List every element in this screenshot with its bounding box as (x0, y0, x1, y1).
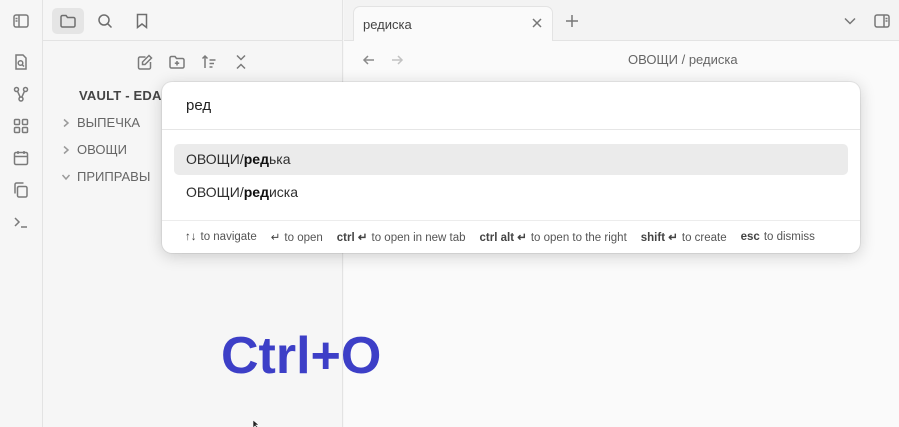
folder-label: ВЫПЕЧКА (77, 115, 141, 130)
instruction-text: to open (284, 232, 323, 244)
folder-item[interactable]: ОВОЩИ (61, 142, 127, 157)
result-rest: ька (268, 151, 291, 167)
instruction-key: ↑↓ (185, 231, 197, 243)
instruction: esc to dismiss (741, 231, 815, 243)
breadcrumb[interactable]: ОВОЩИ / редиска (628, 52, 738, 67)
instruction-text: to open to the right (530, 232, 627, 244)
close-icon[interactable] (530, 16, 544, 30)
mouse-cursor-icon (253, 420, 260, 427)
instruction-text: to create (681, 232, 727, 244)
arrow-left-icon[interactable] (361, 52, 377, 68)
result-prefix: ОВОЩИ/ (186, 151, 244, 167)
tab-bar: редиска (344, 0, 899, 41)
folder-label: ПРИПРАВЫ (77, 169, 151, 184)
instruction-key: ctrl ↵ (336, 232, 368, 244)
result-item[interactable]: ОВОЩИ/редька (174, 144, 848, 175)
folder-item[interactable]: ВЫПЕЧКА (61, 115, 140, 130)
right-sidebar-toggle-icon[interactable] (873, 12, 891, 30)
vault-name[interactable]: VAULT - EDA (79, 88, 162, 103)
ribbon (0, 0, 43, 427)
new-note-button[interactable] (129, 49, 161, 75)
calendar-icon[interactable] (9, 146, 33, 170)
result-match: ред (243, 184, 269, 200)
result-prefix: ОВОЩИ/ (186, 184, 244, 200)
instruction: ctrl ↵ to open in new tab (337, 230, 466, 244)
tab-title: редиска (363, 17, 412, 32)
instruction-key: ctrl alt ↵ (479, 232, 527, 244)
instruction-text: to dismiss (763, 231, 815, 243)
toggle-sidebar-icon[interactable] (9, 9, 33, 33)
tab-note[interactable]: редиска (353, 6, 553, 41)
instruction-key: esc (740, 231, 760, 243)
instruction-text: to open in new tab (371, 232, 466, 244)
quick-switcher-input[interactable] (162, 82, 860, 130)
instruction: ↑↓ to navigate (185, 231, 257, 243)
sort-icon (200, 53, 218, 71)
collapse-icon (232, 53, 250, 71)
instructions-bar: ↑↓ to navigate ↵ to open ctrl ↵ to open in … (162, 220, 860, 253)
collapse-all-button[interactable] (225, 49, 257, 75)
result-item[interactable]: ОВОЩИ/редиска (174, 177, 848, 208)
chevron-down-icon (61, 174, 71, 180)
chevron-right-icon (63, 118, 70, 127)
folder-item[interactable]: ПРИПРАВЫ (61, 169, 150, 184)
files-tab[interactable] (52, 8, 84, 34)
instruction: ↵ to open (271, 230, 323, 244)
chevron-right-icon (63, 145, 70, 154)
bookmarks-tab[interactable] (126, 8, 158, 34)
quick-switcher-modal: ОВОЩИ/редька ОВОЩИ/редиска ↑↓to navigate… (162, 82, 860, 253)
layout-grid-icon[interactable] (9, 114, 33, 138)
instruction-key: ↵ (270, 232, 281, 244)
sort-button[interactable] (193, 49, 225, 75)
shortcut-overlay-text: Ctrl+O (221, 327, 382, 385)
folder-label: ОВОЩИ (77, 142, 127, 157)
view-header: ОВОЩИ / редиска (344, 41, 899, 79)
sidebar-tab-header (43, 0, 343, 41)
terminal-icon[interactable] (9, 210, 33, 234)
chevron-down-icon[interactable] (841, 12, 859, 30)
new-folder-button[interactable] (161, 49, 193, 75)
instruction-key: shift ↵ (640, 232, 678, 244)
instruction: shift ↵ to create (641, 230, 727, 244)
folder-icon (59, 12, 77, 30)
edit-icon (136, 53, 154, 71)
copy-icon[interactable] (9, 178, 33, 202)
folder-plus-icon (168, 53, 186, 71)
result-match: ред (243, 151, 269, 167)
search-icon (96, 12, 114, 30)
instruction-text: to navigate (200, 231, 257, 243)
instruction: ctrl alt ↵ to open to the right (480, 230, 627, 244)
file-search-icon[interactable] (9, 50, 33, 74)
arrow-right-icon[interactable] (389, 52, 405, 68)
results-list: ОВОЩИ/редька ОВОЩИ/редиска (174, 144, 848, 210)
graph-icon[interactable] (9, 82, 33, 106)
plus-icon[interactable] (563, 12, 581, 30)
bookmark-icon (133, 12, 151, 30)
search-tab[interactable] (89, 8, 121, 34)
result-rest: иска (268, 184, 299, 200)
